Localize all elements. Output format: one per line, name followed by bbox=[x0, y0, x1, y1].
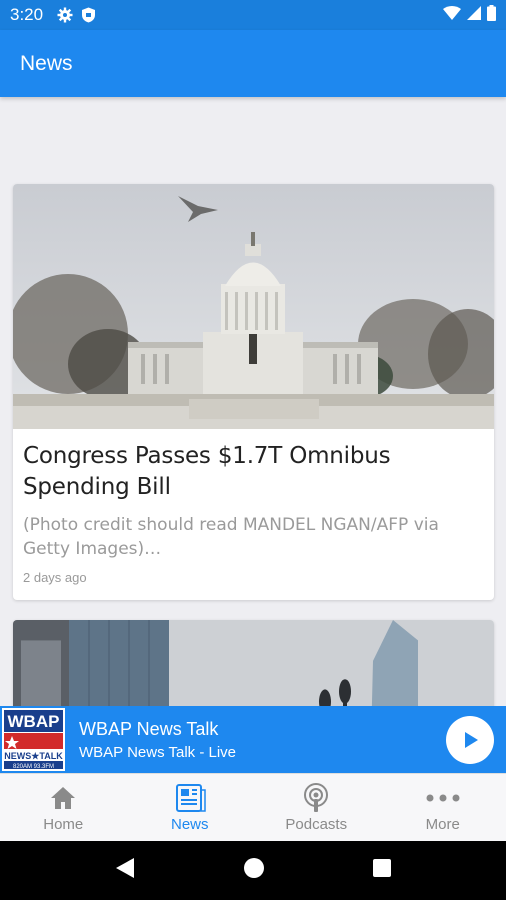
podcast-icon bbox=[302, 782, 330, 813]
article-card[interactable] bbox=[13, 620, 494, 706]
station-logo-subtext: NEWS★TALK bbox=[4, 751, 63, 761]
wifi-icon bbox=[443, 5, 461, 25]
news-feed[interactable]: Congress Passes $1.7T Omnibus Spending B… bbox=[0, 97, 506, 706]
nav-more[interactable]: More bbox=[380, 774, 506, 841]
station-logo-text: WBAP bbox=[8, 712, 60, 731]
nav-home-label: Home bbox=[43, 815, 84, 833]
app-bar: News bbox=[0, 30, 506, 97]
nav-news[interactable]: News bbox=[127, 774, 254, 841]
article-title[interactable]: Congress Passes $1.7T Omnibus Spending B… bbox=[23, 441, 484, 503]
nav-home[interactable]: Home bbox=[0, 774, 127, 841]
station-logo-frequency: 820AM 93.3FM bbox=[13, 764, 54, 770]
page-title: News bbox=[20, 51, 73, 75]
shield-icon bbox=[81, 7, 96, 23]
city-skyline-photo bbox=[13, 620, 494, 706]
now-playing-info[interactable]: WBAP News Talk WBAP News Talk - Live bbox=[79, 719, 236, 761]
nav-podcasts-label: Podcasts bbox=[285, 815, 348, 833]
play-icon bbox=[465, 731, 478, 748]
capitol-building-photo bbox=[13, 184, 494, 429]
system-navigation-bar bbox=[0, 841, 506, 900]
stream-subtitle: WBAP News Talk - Live bbox=[79, 743, 236, 761]
station-name: WBAP News Talk bbox=[79, 718, 219, 739]
status-bar: 3:20 bbox=[0, 0, 506, 30]
nav-podcasts[interactable]: Podcasts bbox=[253, 774, 380, 841]
now-playing-bar[interactable]: WBAP NEWS★TALK 820AM 93.3FM WBAP News Ta… bbox=[0, 706, 506, 773]
news-icon bbox=[174, 783, 206, 813]
bottom-navigation: Home News Podcasts More bbox=[0, 773, 506, 841]
recents-icon[interactable] bbox=[372, 858, 392, 883]
nav-news-label: News bbox=[170, 815, 209, 833]
status-time: 3:20 bbox=[10, 5, 44, 24]
nav-more-label: More bbox=[425, 815, 460, 833]
cell-signal-icon bbox=[467, 5, 481, 25]
play-button[interactable] bbox=[446, 715, 494, 764]
battery-icon bbox=[487, 4, 496, 26]
back-icon[interactable] bbox=[114, 856, 136, 885]
more-icon bbox=[426, 783, 460, 813]
article-date: 2 days ago bbox=[23, 570, 87, 585]
gear-icon bbox=[57, 7, 73, 23]
article-card[interactable]: Congress Passes $1.7T Omnibus Spending B… bbox=[13, 184, 494, 600]
article-description: (Photo credit should read MANDEL NGAN/AF… bbox=[23, 515, 439, 559]
home-icon bbox=[50, 783, 76, 813]
home-circle-icon[interactable] bbox=[243, 857, 265, 884]
station-logo: WBAP NEWS★TALK 820AM 93.3FM bbox=[0, 706, 67, 773]
